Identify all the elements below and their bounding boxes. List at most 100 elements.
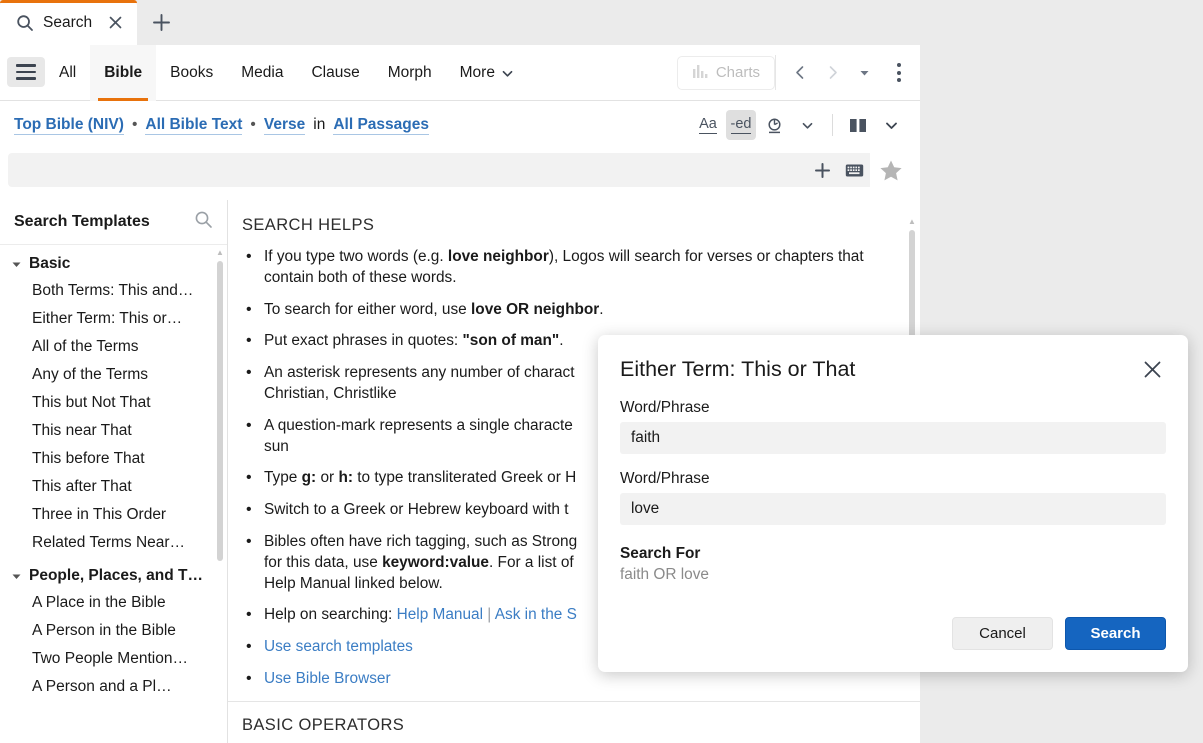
list-item: If you type two words (e.g. love neighbo…: [242, 246, 898, 289]
search-input[interactable]: [8, 153, 806, 187]
nav-item-media[interactable]: Media: [227, 45, 297, 101]
sidebar-scrollbar[interactable]: ▲: [216, 249, 224, 743]
sidebar-item-this-before-that[interactable]: This before That: [0, 445, 227, 473]
word-phrase-1-label: Word/Phrase: [620, 399, 710, 416]
scroll-up-icon[interactable]: ▲: [908, 218, 916, 226]
sidebar-title: Search Templates: [14, 213, 150, 230]
use-search-templates-link[interactable]: Use search templates: [264, 638, 413, 655]
list-item: To search for either word, use love OR n…: [242, 299, 898, 321]
criteria-bible[interactable]: Top Bible (NIV): [14, 116, 124, 135]
search-button[interactable]: Search: [1065, 617, 1166, 650]
nav-item-label: Bible: [104, 64, 143, 81]
chevron-left-icon[interactable]: [784, 55, 816, 91]
match-case-label: Aa: [699, 116, 717, 134]
section-title-basic-operators: BASIC OPERATORS: [242, 715, 405, 734]
search-input-row: [8, 153, 912, 187]
columns-icon[interactable]: [843, 110, 873, 140]
charts-label: Charts: [715, 64, 760, 81]
sidebar-item-a-place-in-the-bible[interactable]: A Place in the Bible: [0, 589, 227, 617]
nav-right-controls: [775, 55, 920, 90]
sidebar-item-a-person-in-the-bible[interactable]: A Person in the Bible: [0, 617, 227, 645]
sidebar-item-either-term[interactable]: Either Term: This or…: [0, 305, 227, 333]
sidebar-item-a-person-and-a-place[interactable]: A Person and a Pl…: [0, 673, 227, 701]
sidebar-item-both-terms[interactable]: Both Terms: This and…: [0, 277, 227, 305]
nav-item-label: More: [459, 64, 495, 81]
word-phrase-2-label: Word/Phrase: [620, 470, 710, 487]
sidebar-group-label: People, Places, and T…: [29, 567, 204, 584]
search-icon[interactable]: [194, 210, 213, 234]
nav-item-books[interactable]: Books: [156, 45, 227, 101]
search-criteria-bar: Top Bible (NIV) • All Bible Text • Verse…: [0, 101, 920, 149]
sidebar-item-all-of-the-terms[interactable]: All of the Terms: [0, 333, 227, 361]
word-phrase-2-input[interactable]: [620, 493, 1166, 525]
search-templates-sidebar: Search Templates Basic Both Terms: This …: [0, 200, 228, 743]
either-term-dialog: Either Term: This or That Word/Phrase Wo…: [598, 335, 1188, 672]
sidebar-item-this-but-not-that[interactable]: This but Not That: [0, 389, 227, 417]
match-inflections-icon[interactable]: -ed: [726, 110, 756, 140]
chevron-right-icon[interactable]: [816, 55, 848, 91]
nav-item-label: Books: [170, 64, 214, 81]
caret-down-icon[interactable]: [10, 258, 22, 270]
nav-item-label: Media: [241, 64, 284, 81]
match-case-icon[interactable]: Aa: [693, 110, 723, 140]
basic-operators-section: BASIC OPERATORS Either one word or anoth…: [228, 702, 920, 743]
layout-caret-down-icon[interactable]: [876, 110, 906, 140]
keyboard-icon[interactable]: [838, 155, 870, 185]
nav-item-all[interactable]: All: [45, 45, 90, 101]
charts-button[interactable]: Charts: [676, 55, 775, 90]
list-item: Use Bible Browser: [242, 668, 898, 690]
dialog-actions: Cancel Search: [952, 617, 1166, 650]
ask-in-community-link[interactable]: Ask in the S: [495, 606, 577, 623]
criteria-range[interactable]: All Bible Text: [145, 116, 243, 135]
sidebar-item-this-near-that[interactable]: This near That: [0, 417, 227, 445]
help-manual-link[interactable]: Help Manual: [397, 606, 483, 623]
sidebar-item-three-in-this-order[interactable]: Three in This Order: [0, 501, 227, 529]
use-bible-browser-link[interactable]: Use Bible Browser: [264, 670, 391, 687]
scroll-up-icon[interactable]: ▲: [216, 249, 224, 257]
sidebar-group-basic[interactable]: Basic: [0, 251, 227, 277]
nav-item-morph[interactable]: Morph: [374, 45, 446, 101]
criteria-tools: Aa -ed: [693, 110, 906, 140]
match-inflections-label: -ed: [730, 116, 752, 134]
search-for-label: Search For: [620, 545, 701, 562]
sidebar-group-people-places[interactable]: People, Places, and T…: [0, 563, 227, 589]
nav-item-bible[interactable]: Bible: [90, 45, 157, 101]
chevron-down-icon: [501, 67, 514, 80]
timeline-caret-down-icon[interactable]: [792, 110, 822, 140]
plus-icon[interactable]: [806, 155, 838, 185]
kebab-menu-icon[interactable]: [880, 55, 918, 91]
sidebar-list: Basic Both Terms: This and… Either Term:…: [0, 245, 227, 743]
search-for-value: faith OR love: [620, 566, 709, 583]
bar-chart-icon: [692, 64, 708, 82]
nav-item-more[interactable]: More: [446, 45, 528, 101]
cancel-button[interactable]: Cancel: [952, 617, 1053, 650]
nav-item-label: All: [59, 64, 77, 81]
timer-icon[interactable]: [759, 110, 789, 140]
caret-down-icon[interactable]: [848, 55, 880, 91]
sidebar-item-this-after-that[interactable]: This after That: [0, 473, 227, 501]
new-tab-button[interactable]: [137, 0, 185, 45]
sidebar-item-any-of-the-terms[interactable]: Any of the Terms: [0, 361, 227, 389]
criteria-in-label: in: [313, 116, 326, 133]
criteria-unit[interactable]: Verse: [263, 116, 306, 135]
tab-search[interactable]: Search: [0, 0, 138, 45]
hamburger-icon[interactable]: [7, 57, 45, 87]
scrollbar-thumb[interactable]: [217, 261, 223, 561]
close-icon[interactable]: [1138, 355, 1166, 383]
word-phrase-1-input[interactable]: [620, 422, 1166, 454]
nav-bar: All Bible Books Media Clause Morph More …: [0, 45, 920, 101]
sidebar-item-related-terms-near[interactable]: Related Terms Near…: [0, 529, 227, 557]
star-icon[interactable]: [870, 153, 912, 187]
link-separator: |: [483, 606, 495, 624]
caret-down-icon[interactable]: [10, 570, 22, 582]
tab-strip: Search: [0, 0, 920, 45]
nav-item-clause[interactable]: Clause: [297, 45, 373, 101]
criteria-separator: •: [131, 116, 138, 133]
nav-item-label: Clause: [311, 64, 360, 81]
criteria-passages[interactable]: All Passages: [333, 116, 429, 135]
section-title-search-helps: SEARCH HELPS: [242, 216, 375, 234]
close-icon[interactable]: [105, 13, 125, 33]
sidebar-item-two-people-mentioned[interactable]: Two People Mention…: [0, 645, 227, 673]
sidebar-group-label: Basic: [29, 255, 71, 272]
